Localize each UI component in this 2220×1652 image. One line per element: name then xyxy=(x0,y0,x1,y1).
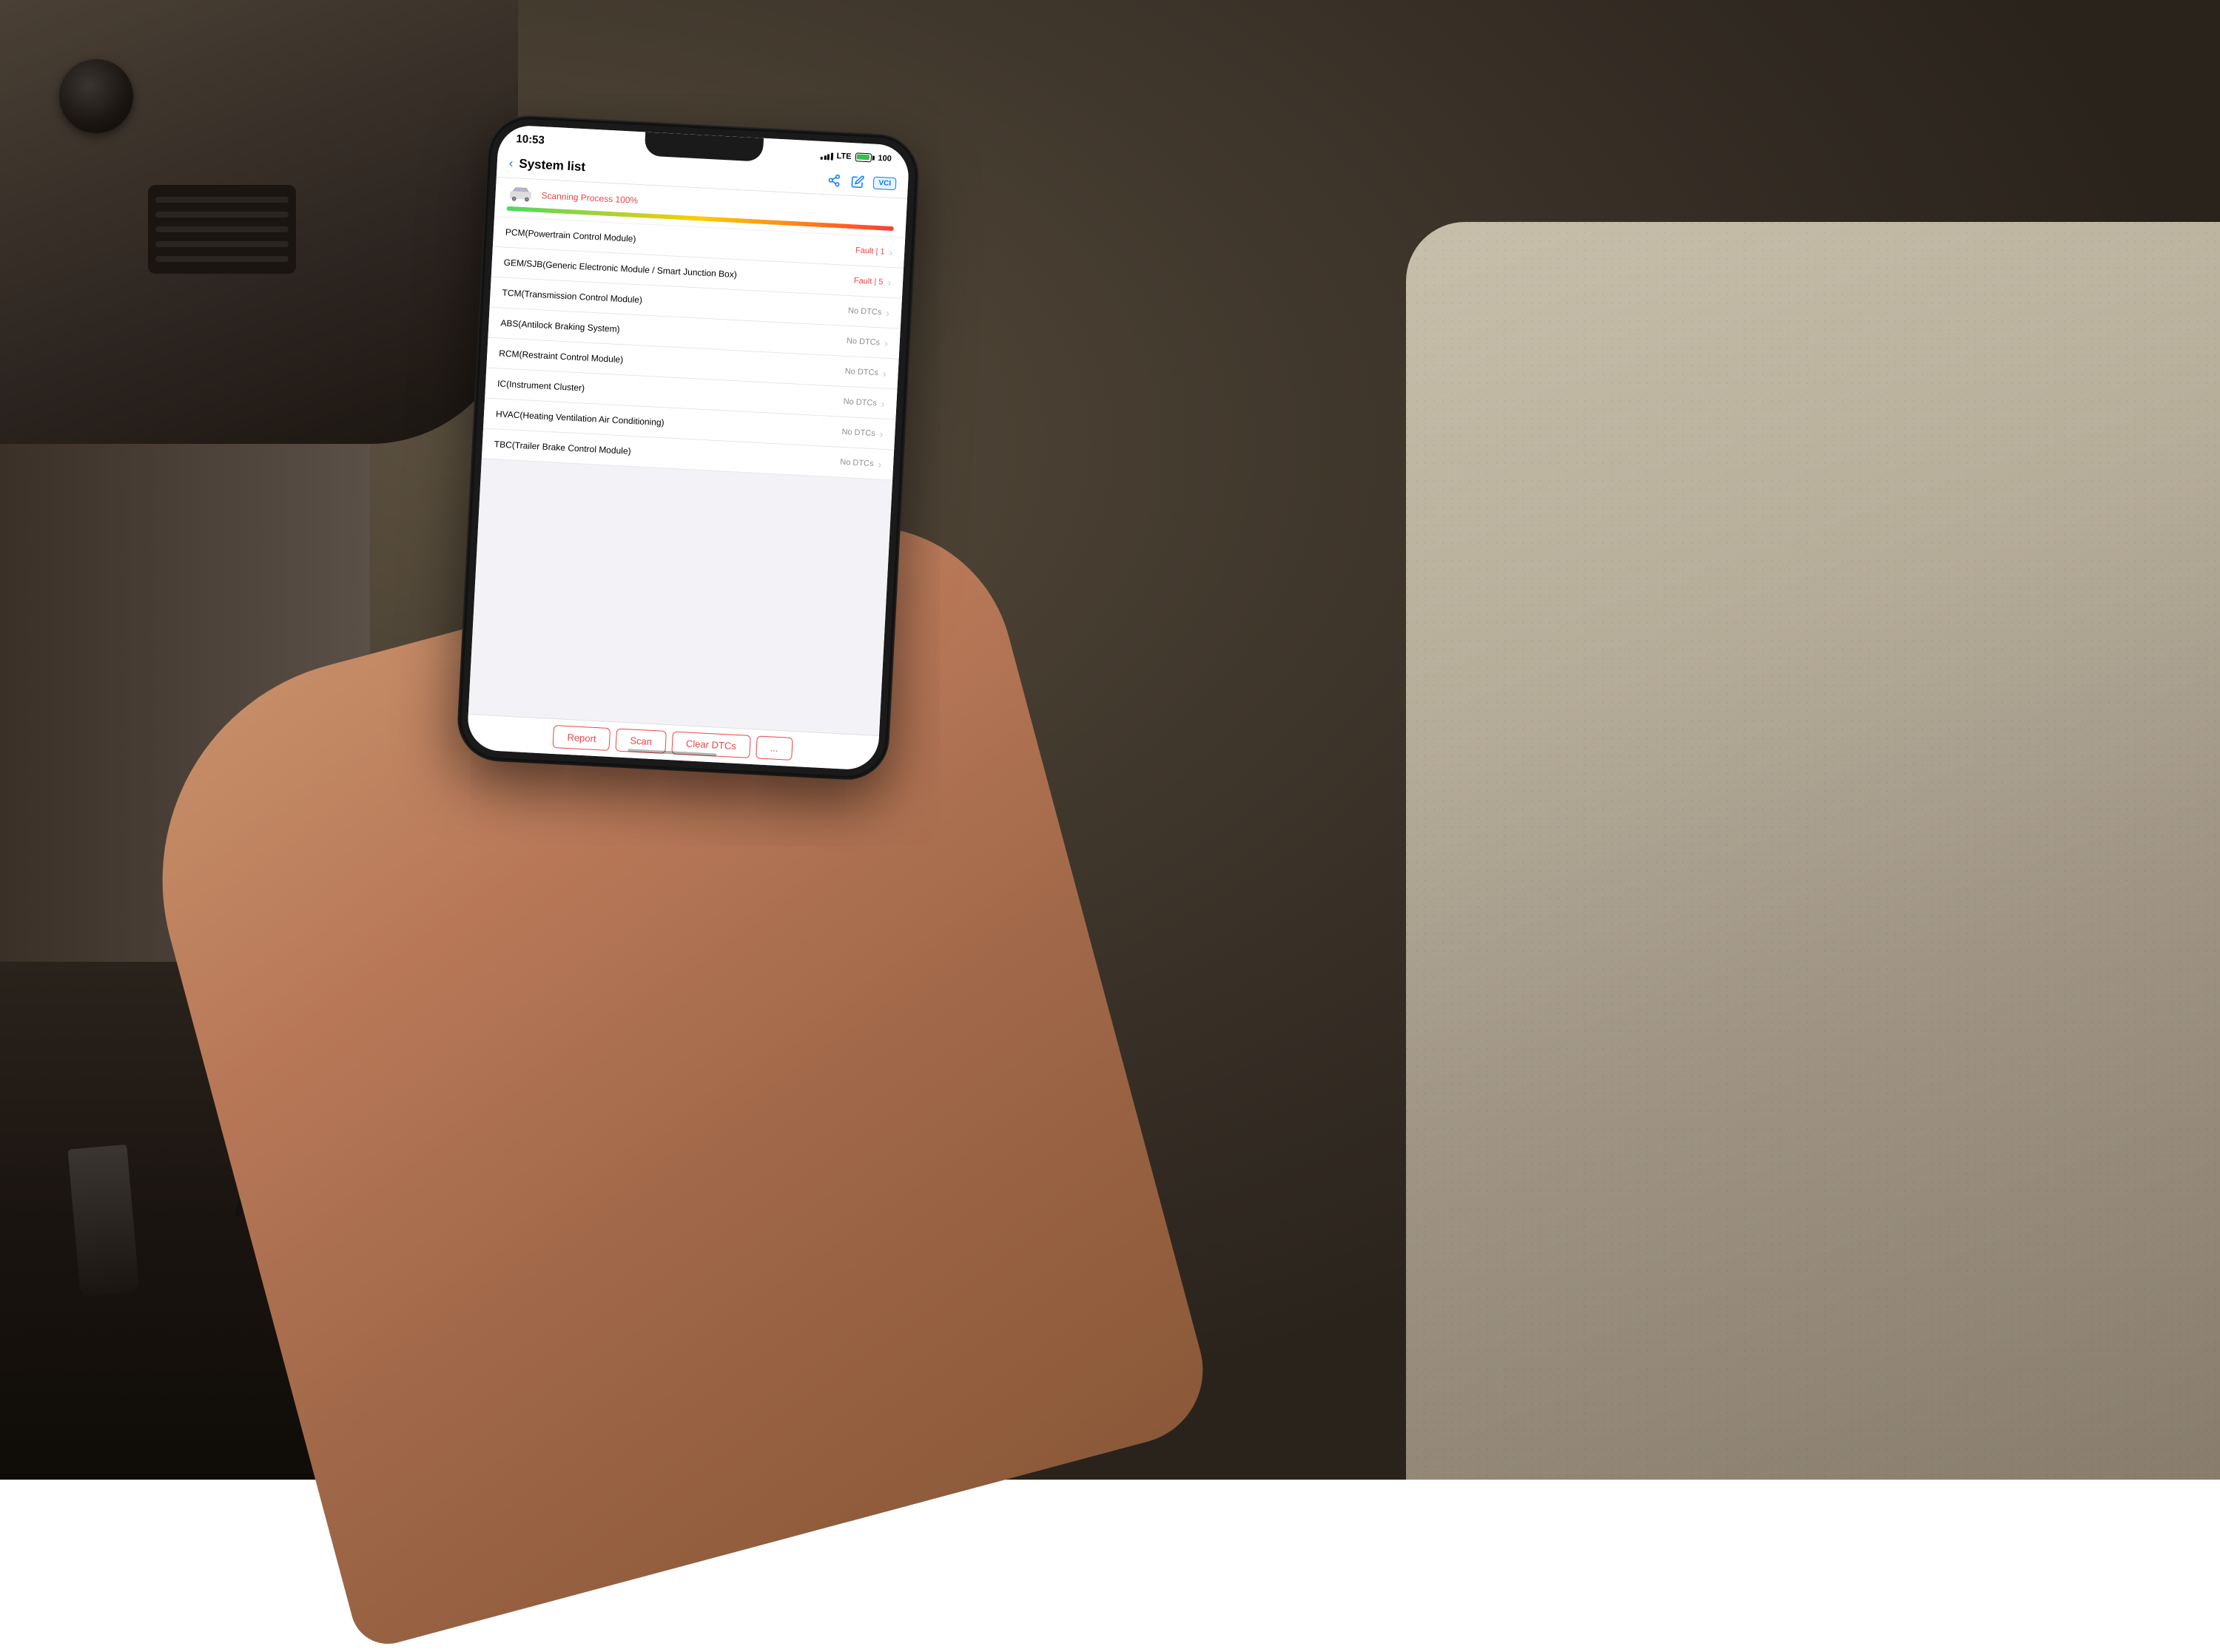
signal-bars xyxy=(821,150,833,160)
back-chevron-icon: ‹ xyxy=(508,156,514,171)
more-button[interactable]: ... xyxy=(756,735,793,761)
list-item-right: No DTCs › xyxy=(844,365,887,380)
no-dtc-label: No DTCs xyxy=(843,397,877,408)
list-item-name: TCM(Transmission Control Module) xyxy=(502,288,642,306)
battery-fill xyxy=(857,154,870,160)
battery-label: 100 xyxy=(878,153,892,163)
car-scan-icon xyxy=(507,186,534,203)
nav-actions: VCI xyxy=(826,172,897,192)
fault-badge: Fault | 1 xyxy=(855,246,885,256)
chevron-icon: › xyxy=(881,398,885,410)
signal-bar-4 xyxy=(830,152,833,160)
list-item-right: No DTCs › xyxy=(847,335,889,349)
chevron-icon: › xyxy=(879,428,884,440)
app-content: 10:53 LTE xyxy=(466,124,910,771)
list-item-right: No DTCs › xyxy=(841,426,884,440)
phone-screen: 10:53 LTE xyxy=(466,124,910,771)
lte-label: LTE xyxy=(836,151,852,161)
list-item-name: RCM(Restraint Control Module) xyxy=(499,348,624,365)
system-list: PCM(Powertrain Control Module) Fault | 1… xyxy=(468,217,905,735)
no-dtc-label: No DTCs xyxy=(848,306,882,317)
dash-vent xyxy=(148,185,296,274)
list-item-name: GEM/SJB(Generic Electronic Module / Smar… xyxy=(503,257,737,280)
dash-knob xyxy=(59,59,133,133)
vci-badge: VCI xyxy=(873,176,897,190)
list-item-right: No DTCs › xyxy=(840,456,882,471)
signal-bar-3 xyxy=(827,154,830,160)
chevron-icon: › xyxy=(889,246,893,258)
edit-icon[interactable] xyxy=(850,173,867,190)
phone-wrapper: 10:53 LTE xyxy=(457,115,920,780)
list-item-name: ABS(Antilock Braking System) xyxy=(500,318,620,334)
chevron-icon: › xyxy=(886,307,890,319)
list-item-right: No DTCs › xyxy=(848,305,890,319)
list-item-name: IC(Instrument Cluster) xyxy=(497,378,585,393)
signal-bar-1 xyxy=(821,156,823,159)
car-dashboard xyxy=(0,0,518,444)
no-dtc-label: No DTCs xyxy=(844,367,878,377)
no-dtc-label: No DTCs xyxy=(847,337,881,347)
chevron-icon: › xyxy=(887,277,892,289)
status-icons: LTE 100 xyxy=(821,150,892,163)
back-button[interactable]: ‹ xyxy=(508,156,514,171)
list-item-right: Fault | 1 › xyxy=(855,244,893,258)
scan-label: Scanning Process 100% xyxy=(541,190,638,206)
chevron-icon: › xyxy=(884,337,889,349)
share-icon[interactable] xyxy=(826,172,843,189)
list-item-name: HVAC(Heating Ventilation Air Conditionin… xyxy=(496,408,665,428)
list-item-name: TBC(Trailer Brake Control Module) xyxy=(494,439,631,456)
report-button[interactable]: Report xyxy=(553,725,611,751)
signal-bar-2 xyxy=(824,155,826,160)
list-item-right: Fault | 5 › xyxy=(853,274,891,289)
fault-badge: Fault | 5 xyxy=(854,276,884,286)
no-dtc-label: No DTCs xyxy=(841,428,875,438)
chevron-icon: › xyxy=(878,458,882,470)
battery-icon xyxy=(855,152,875,162)
battery-body xyxy=(855,152,872,162)
brake-pedal xyxy=(67,1144,139,1297)
chevron-icon: › xyxy=(883,368,887,380)
seat-texture xyxy=(1406,222,2220,1480)
battery-tip xyxy=(872,155,874,160)
no-dtc-label: No DTCs xyxy=(840,458,874,468)
list-item-name: PCM(Powertrain Control Module) xyxy=(505,227,636,244)
status-time: 10:53 xyxy=(516,132,545,146)
list-item-right: No DTCs › xyxy=(843,396,885,410)
phone-body: 10:53 LTE xyxy=(457,115,920,780)
